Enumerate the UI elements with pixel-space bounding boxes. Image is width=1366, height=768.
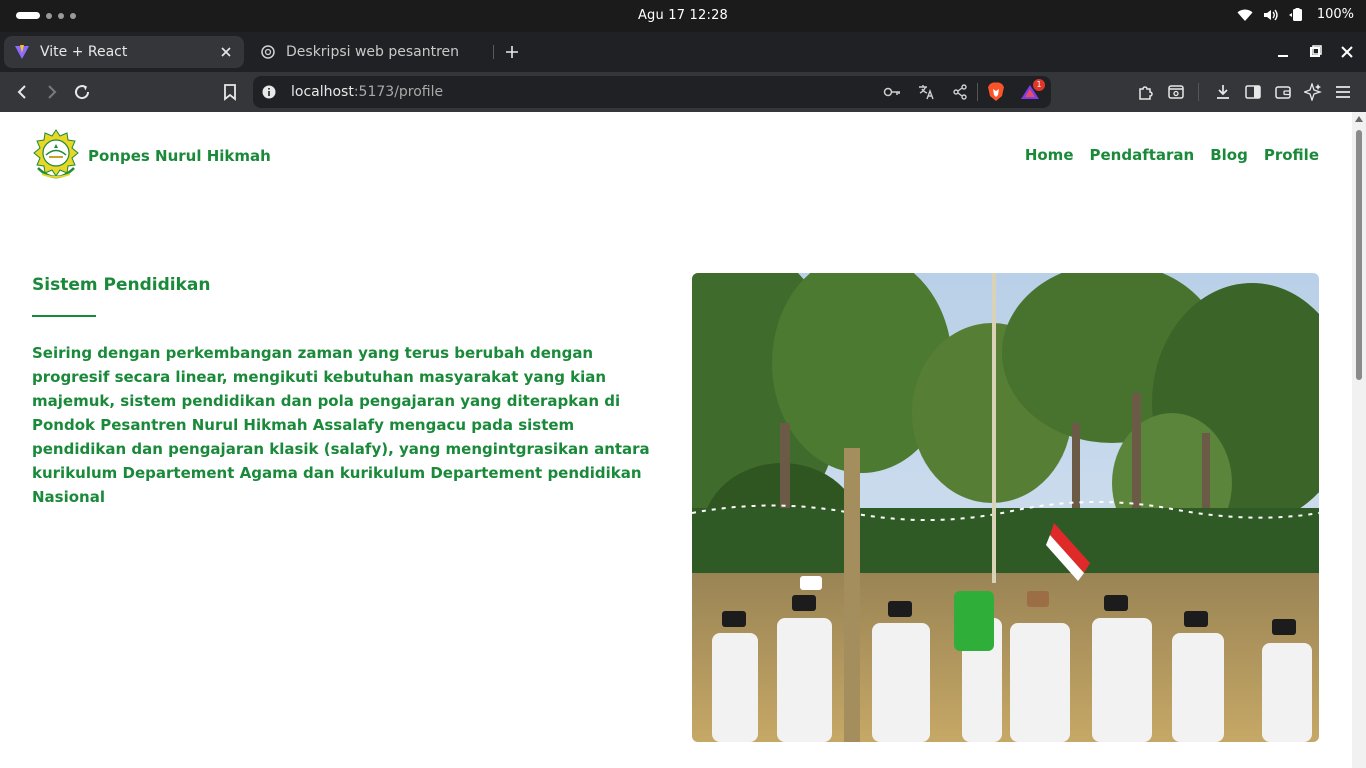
tab-separator [493, 45, 494, 59]
maximize-icon[interactable] [1307, 44, 1323, 60]
scrollbar-thumb[interactable] [1356, 130, 1362, 380]
leo-ai-icon[interactable] [1303, 82, 1323, 102]
new-tab-icon[interactable] [502, 42, 522, 62]
address-bar[interactable]: localhost:5173/profile 1 [253, 76, 1051, 108]
toolbar-divider [1198, 83, 1199, 101]
tab-label: Vite + React [40, 44, 128, 60]
browser-tab-strip: Vite + React Deskripsi web pesantren [0, 32, 1366, 72]
flag-ceremony-photo [692, 273, 1319, 742]
main-nav: Home Pendaftaran Blog Profile [1025, 146, 1319, 164]
volume-icon [1263, 9, 1278, 20]
url-text[interactable]: localhost:5173/profile [291, 84, 443, 100]
page-scrollbar[interactable] [1352, 112, 1366, 768]
reload-icon[interactable] [72, 82, 92, 102]
nav-blog[interactable]: Blog [1210, 146, 1248, 164]
page-viewport: Ponpes Nurul Hikmah Home Pendaftaran Blo… [0, 112, 1352, 768]
close-window-icon[interactable] [1339, 44, 1355, 60]
vite-logo-icon [14, 44, 30, 60]
section-title-underline [32, 315, 96, 317]
scroll-up-icon[interactable] [1355, 116, 1363, 122]
minimize-icon[interactable] [1275, 44, 1291, 60]
flag-ceremony-illustration [692, 273, 1319, 742]
tab-vite-react[interactable]: Vite + React [4, 36, 244, 68]
battery-icon [1288, 7, 1302, 21]
url-host: localhost [291, 84, 354, 100]
password-key-icon[interactable] [882, 82, 902, 102]
site-info-icon[interactable] [259, 82, 279, 102]
forward-icon[interactable] [42, 82, 62, 102]
tab-deskripsi-web[interactable]: Deskripsi web pesantren [250, 36, 494, 68]
translate-icon[interactable] [916, 82, 936, 102]
wallet-icon[interactable] [1273, 82, 1293, 102]
bookmark-icon[interactable] [220, 82, 240, 102]
brave-shields-icon[interactable] [986, 82, 1006, 102]
close-tab-icon[interactable] [218, 44, 234, 60]
os-status-area[interactable]: 100% [1237, 7, 1354, 22]
url-path: :5173/profile [353, 84, 444, 100]
site-brand[interactable]: Ponpes Nurul Hikmah [32, 128, 271, 184]
chatgpt-logo-icon [260, 44, 276, 60]
browser-toolbar: localhost:5173/profile 1 [0, 72, 1366, 112]
sidebar-icon[interactable] [1243, 82, 1263, 102]
brave-rewards-icon[interactable]: 1 [1020, 79, 1045, 102]
tab-label: Deskripsi web pesantren [286, 44, 460, 60]
nav-home[interactable]: Home [1025, 146, 1074, 164]
share-icon[interactable] [950, 82, 970, 102]
os-clock[interactable]: Agu 17 12:28 [0, 8, 1366, 23]
extensions-icon[interactable] [1136, 82, 1156, 102]
omnibox-divider [977, 83, 978, 101]
section-body: Seiring dengan perkembangan zaman yang t… [32, 344, 650, 506]
battery-percentage: 100% [1316, 7, 1354, 22]
os-top-bar: Agu 17 12:28 100% [0, 0, 1366, 32]
section-title: Sistem Pendidikan [32, 275, 211, 295]
nav-pendaftaran[interactable]: Pendaftaran [1090, 146, 1195, 164]
site-name: Ponpes Nurul Hikmah [88, 147, 271, 165]
nav-profile[interactable]: Profile [1264, 146, 1319, 164]
pesantren-logo-icon [33, 129, 79, 179]
wifi-icon [1237, 9, 1253, 21]
menu-icon[interactable] [1333, 82, 1353, 102]
download-icon[interactable] [1213, 82, 1233, 102]
notification-badge: 1 [1033, 79, 1045, 91]
wallet-tab-icon[interactable] [1166, 82, 1186, 102]
back-icon[interactable] [12, 82, 32, 102]
